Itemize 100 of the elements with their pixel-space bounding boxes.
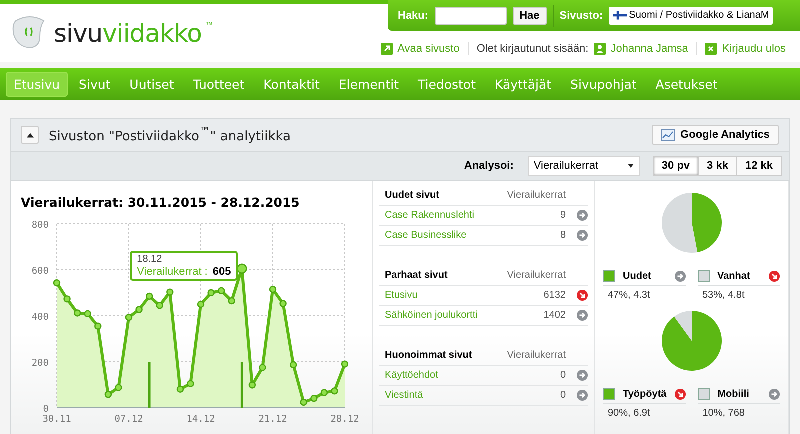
tooltip-label: Vierailukerrat : (137, 266, 208, 278)
data-point[interactable] (269, 286, 277, 294)
x-axis-label: 21.12 (258, 414, 288, 425)
nav-tab[interactable]: Uutiset (122, 72, 182, 96)
period-button[interactable]: 3 kk (698, 156, 738, 176)
data-point[interactable] (259, 364, 266, 372)
page-link[interactable]: Viestintä (385, 390, 560, 401)
arrow-right-icon[interactable] (674, 270, 686, 282)
nav-tab[interactable]: Elementit (330, 72, 408, 96)
data-point[interactable] (104, 391, 112, 398)
y-axis-label: 200 (32, 358, 49, 369)
logout-link[interactable]: Kirjaudu ulos (722, 42, 786, 54)
data-point[interactable] (74, 310, 82, 317)
x-axis-label: 30.11 (42, 414, 72, 425)
data-point[interactable] (218, 287, 226, 295)
data-point[interactable] (310, 394, 318, 402)
nav-tab[interactable]: Asetukset (648, 72, 726, 96)
data-point[interactable] (228, 297, 236, 305)
page-link[interactable]: Etusivu (385, 290, 544, 301)
data-point[interactable] (208, 289, 215, 297)
search-field[interactable] (434, 6, 507, 24)
data-point[interactable] (341, 360, 349, 368)
data-point[interactable] (176, 386, 184, 393)
flag-icon (613, 11, 628, 20)
search-label: Haku: (398, 10, 429, 22)
visits-count: 0 (560, 370, 566, 381)
data-point[interactable] (53, 280, 61, 287)
chart-icon (660, 129, 675, 141)
user-link[interactable]: Johanna Jamsa (610, 42, 688, 54)
data-point[interactable] (64, 296, 71, 303)
page-link[interactable]: Sähköinen joulukortti (385, 310, 544, 321)
nav-tab[interactable]: Käyttäjät (486, 72, 560, 96)
data-point[interactable] (136, 306, 143, 314)
visits-count: 0 (560, 390, 566, 401)
collapse-button[interactable] (21, 126, 39, 144)
legend-value: 10%, 768 (702, 407, 746, 419)
tooltip-value: 605 (212, 266, 232, 278)
nav-tab[interactable]: Tuotteet (185, 72, 253, 96)
arrow-down-right-icon[interactable] (769, 270, 780, 282)
nav-tab[interactable]: Etusivu (6, 72, 68, 96)
panel-title: Sivuston "Postiviidakko$^{™}$" analytiikka (49, 125, 292, 145)
table-heading: Parhaat sivut (385, 270, 449, 281)
data-point[interactable] (331, 388, 338, 395)
arrow-right-icon[interactable] (577, 210, 588, 221)
y-axis-label: 800 (32, 220, 49, 231)
tooltip-date: 18.12 (137, 254, 164, 266)
data-point[interactable] (146, 292, 154, 300)
nav-tab[interactable]: Kontaktit (256, 72, 328, 96)
arrow-right-icon[interactable] (577, 370, 588, 381)
pie-slice (692, 193, 722, 252)
nav-tab[interactable]: Sivupohjat (562, 72, 645, 96)
data-point[interactable] (94, 322, 102, 330)
period-button[interactable]: 30 pv (652, 156, 700, 176)
period-button[interactable]: 12 kk (736, 156, 782, 176)
column-header: Vierailukerrat (507, 350, 566, 361)
caret-up-icon (26, 132, 34, 138)
data-point[interactable] (156, 302, 164, 310)
data-point[interactable] (300, 398, 308, 406)
page-link[interactable]: Case Businesslike (385, 230, 560, 241)
data-point[interactable] (320, 389, 328, 396)
visits-count: 8 (560, 230, 566, 241)
page-link[interactable]: Case Rakennuslehti (385, 210, 560, 221)
close-icon (705, 42, 718, 54)
arrow-down-right-icon[interactable] (674, 388, 686, 400)
data-point[interactable] (166, 288, 174, 296)
external-link-icon (380, 42, 393, 54)
data-point[interactable] (290, 361, 298, 369)
table-heading: Huonoimmat sivut (385, 350, 474, 361)
arrow-down-right-icon[interactable] (577, 290, 588, 301)
arrow-right-icon[interactable] (769, 388, 780, 400)
y-axis-label: 0 (43, 404, 49, 415)
data-point[interactable] (115, 384, 122, 392)
data-point[interactable] (125, 314, 133, 322)
analyze-label: Analysoi: (464, 160, 514, 172)
search-button[interactable]: Hae (512, 6, 547, 24)
legend-label: Vanhat (718, 270, 752, 282)
analyze-dropdown[interactable]: Vierailukerrat (528, 156, 640, 176)
data-point[interactable] (197, 300, 205, 308)
arrow-right-icon[interactable] (577, 310, 588, 321)
data-point[interactable] (280, 300, 287, 308)
arrow-right-icon[interactable] (577, 230, 588, 241)
y-axis-label: 400 (32, 312, 49, 323)
user-icon (594, 42, 606, 54)
legend-label: Työpöytä (623, 388, 667, 400)
data-point[interactable] (187, 380, 194, 388)
visits-count: 1402 (544, 310, 566, 321)
data-point[interactable] (248, 382, 256, 389)
site-label: Sivusto: (560, 10, 604, 22)
legend-label: Mobiili (718, 388, 750, 400)
open-site-link[interactable]: Avaa sivusto (398, 42, 460, 54)
page-link[interactable]: Käyttöehdot (385, 370, 560, 381)
logged-in-label: Olet kirjautunut sisään: (476, 42, 589, 54)
nav-tab[interactable]: Sivut (71, 72, 119, 96)
google-analytics-button[interactable]: Google Analytics (652, 125, 779, 145)
arrow-right-icon[interactable] (577, 390, 588, 401)
visits-count: 6132 (544, 290, 566, 301)
nav-tab[interactable]: Tiedostot (410, 72, 484, 96)
table-heading: Uudet sivut (385, 190, 440, 201)
site-selector[interactable]: Suomi / Postiviidakko & LianaM (609, 6, 774, 24)
data-point[interactable] (84, 310, 92, 318)
